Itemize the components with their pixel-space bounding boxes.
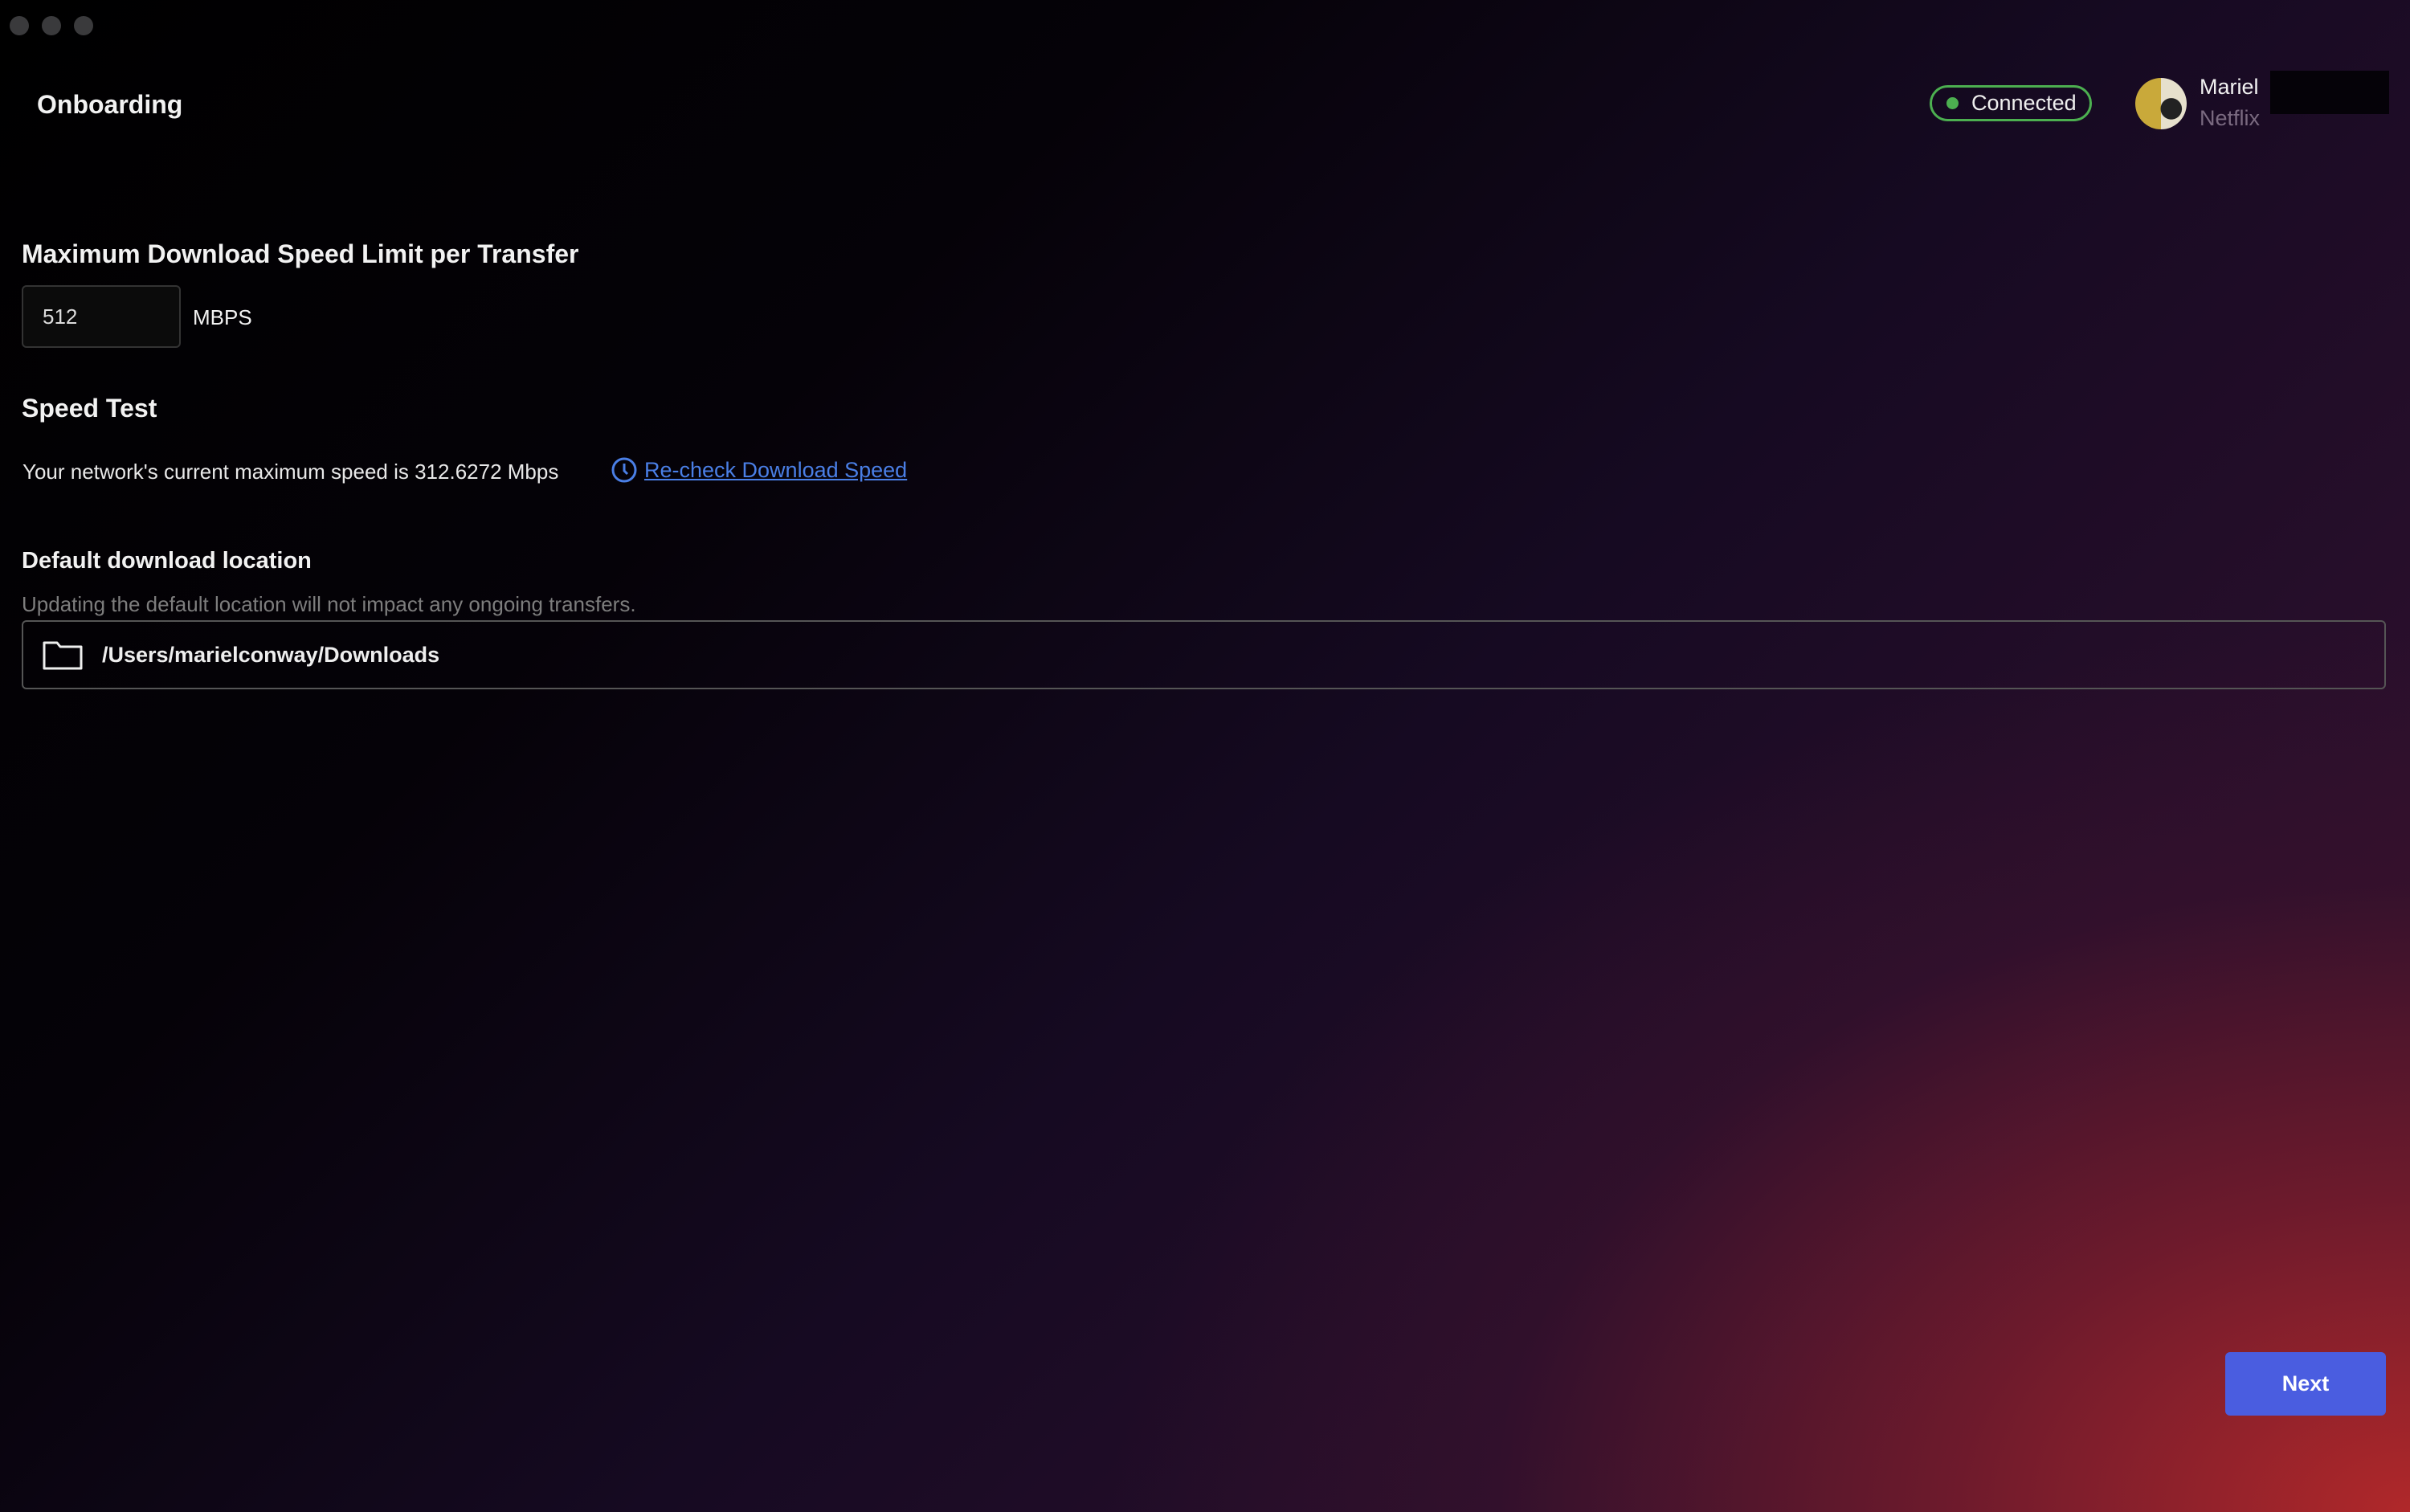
user-name: Mariel [2200,75,2259,99]
folder-icon [43,641,83,670]
speed-test-message: Your network's current maximum speed is … [22,460,559,484]
connection-status-text: Connected [1971,91,2077,115]
status-dot-icon [1946,97,1959,109]
recheck-speed-link[interactable]: Re-check Download Speed [611,456,907,484]
download-location-path: /Users/marielconway/Downloads [102,642,440,667]
next-button[interactable]: Next [2225,1352,2386,1416]
speed-limit-heading: Maximum Download Speed Limit per Transfe… [22,239,579,268]
avatar[interactable] [2135,78,2187,129]
download-location-field[interactable]: /Users/marielconway/Downloads [22,620,2386,689]
user-org: Netflix [2200,106,2261,130]
speed-limit-input[interactable] [22,285,181,348]
minimize-window-button[interactable] [42,16,61,35]
speed-test-heading: Speed Test [22,394,157,423]
window-controls [10,16,93,35]
redacted-area [2270,71,2389,114]
clock-icon [611,457,637,483]
connection-status-badge: Connected [1930,85,2092,121]
maximize-window-button[interactable] [74,16,93,35]
location-heading: Default download location [22,548,312,574]
close-window-button[interactable] [10,16,29,35]
recheck-speed-label[interactable]: Re-check Download Speed [644,458,907,483]
speed-limit-unit: MBPS [193,305,252,329]
location-subtitle: Updating the default location will not i… [22,592,636,616]
page-title: Onboarding [37,90,183,119]
